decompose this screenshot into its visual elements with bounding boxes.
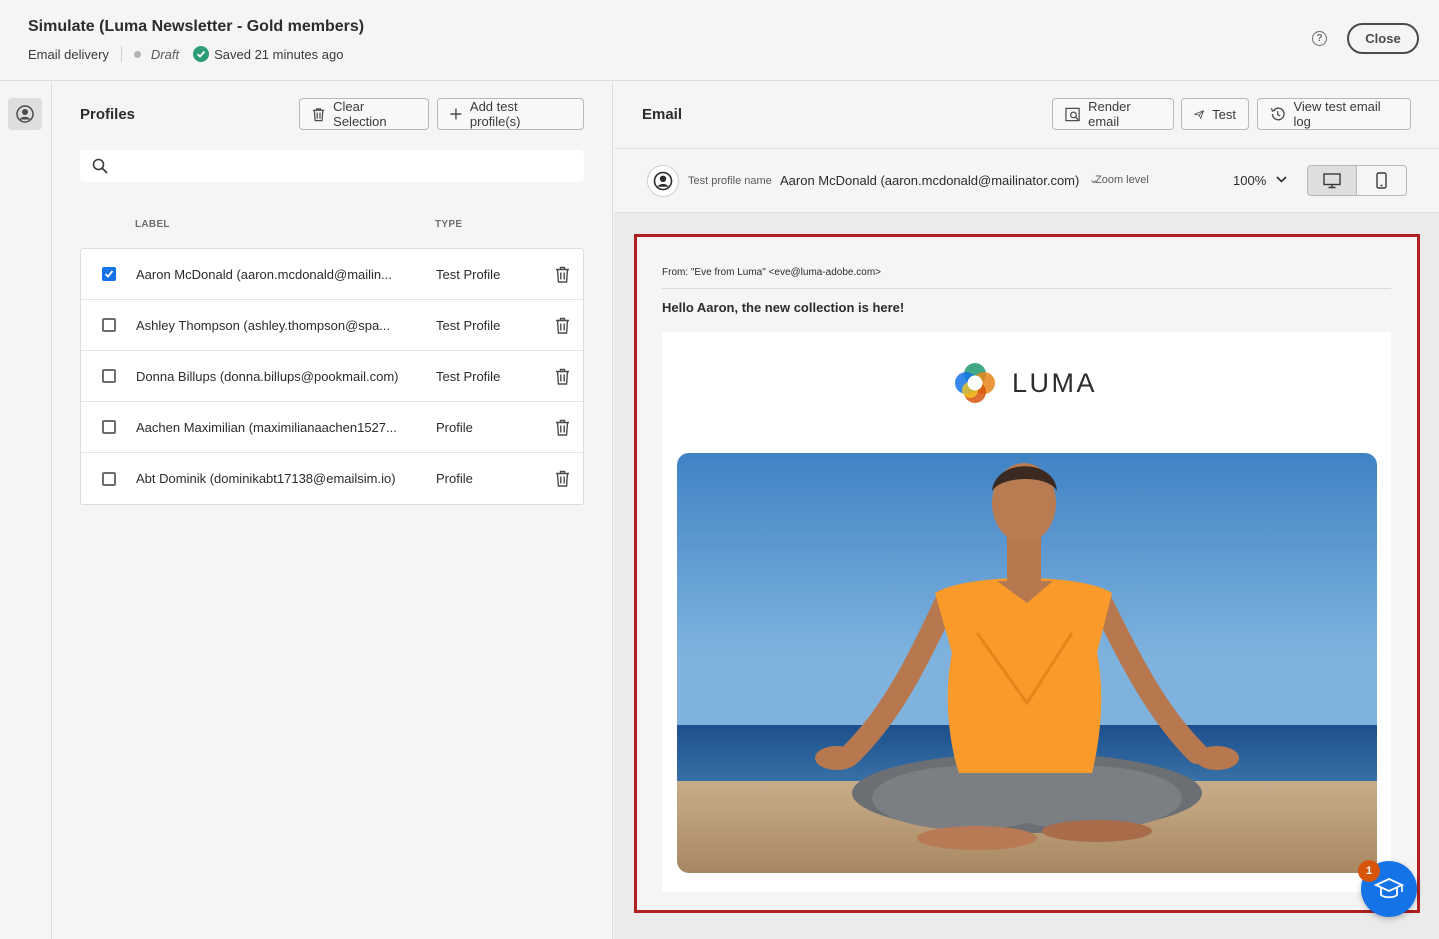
profile-type: Test Profile (436, 317, 501, 333)
mobile-icon (1376, 172, 1387, 189)
delete-icon[interactable] (555, 419, 570, 436)
delete-icon[interactable] (555, 368, 570, 385)
status-row: Email delivery Draft Saved 21 minutes ag… (28, 46, 343, 62)
profile-label: Aaron McDonald (aaron.mcdonald@mailin... (136, 266, 392, 282)
delete-icon[interactable] (555, 266, 570, 283)
test-button[interactable]: Test (1181, 98, 1249, 130)
device-toggle (1307, 165, 1407, 196)
channel-label: Email delivery (28, 46, 109, 62)
email-preview: From: "Eve from Luma" <eve@luma-adobe.co… (634, 234, 1420, 913)
status-dot-icon (133, 50, 141, 58)
divider (662, 288, 1391, 289)
profiles-table: Aaron McDonald (aaron.mcdonald@mailin...… (80, 248, 584, 505)
profile-type: Profile (436, 471, 473, 486)
render-email-button[interactable]: Render email (1052, 98, 1174, 130)
render-email-label: Render email (1088, 99, 1131, 129)
email-body: LUMA (662, 332, 1391, 892)
mobile-view-button[interactable] (1357, 166, 1406, 195)
view-test-email-log-button[interactable]: View test email log (1257, 98, 1411, 130)
send-icon (1194, 109, 1205, 119)
render-icon (1065, 107, 1080, 121)
table-row[interactable]: Abt Dominik (dominikabt17138@emailsim.io… (81, 453, 583, 504)
search-icon (92, 158, 108, 174)
luma-logo: LUMA (952, 360, 1097, 406)
email-from: From: "Eve from Luma" <eve@luma-adobe.co… (662, 267, 882, 278)
email-subject: Hello Aaron, the new collection is here! (662, 300, 905, 315)
column-header-type[interactable]: TYPE (435, 219, 462, 230)
desktop-view-button[interactable] (1308, 166, 1358, 195)
profiles-title: Profiles (80, 106, 136, 123)
page-title: Simulate (Luma Newsletter - Gold members… (28, 18, 365, 35)
help-icon[interactable]: ? (1312, 31, 1327, 46)
chevron-down-icon[interactable] (1276, 176, 1287, 183)
row-checkbox[interactable] (102, 267, 116, 281)
close-button[interactable]: Close (1347, 23, 1419, 54)
delete-icon[interactable] (555, 470, 570, 487)
test-label: Test (1212, 106, 1236, 122)
trash-icon (312, 107, 325, 121)
row-checkbox[interactable] (102, 318, 116, 332)
user-icon (653, 171, 673, 191)
email-title: Email (642, 106, 683, 123)
profile-search[interactable] (80, 150, 584, 182)
delete-icon[interactable] (555, 317, 570, 334)
row-checkbox[interactable] (102, 420, 116, 434)
profile-label: Donna Billups (donna.billups@pookmail.co… (136, 368, 399, 384)
check-circle-icon (193, 46, 210, 62)
history-icon (1270, 107, 1285, 121)
profile-label: Abt Dominik (dominikabt17138@emailsim.io… (136, 471, 396, 486)
test-profile-bar: Test profile name Aaron McDonald (aaron.… (614, 148, 1439, 212)
view-log-label: View test email log (1293, 99, 1381, 129)
profile-label: Ashley Thompson (ashley.thompson@spa... (136, 317, 391, 333)
logo-text: LUMA (1012, 367, 1098, 398)
plus-icon (450, 108, 462, 120)
table-row[interactable]: Ashley Thompson (ashley.thompson@spa... … (81, 300, 583, 351)
luma-logo-icon (955, 363, 995, 403)
left-rail (0, 82, 52, 939)
notification-badge: 1 (1358, 860, 1380, 882)
draft-status: Draft (150, 46, 180, 62)
saved-status: Saved 21 minutes ago (214, 46, 344, 62)
profiles-panel: Profiles Clear Selection Add test profil… (53, 82, 613, 939)
email-panel: Email Render email Test View test email … (614, 82, 1439, 939)
profile-type: Profile (436, 419, 473, 435)
profile-type: Test Profile (436, 266, 501, 282)
test-profile-name: Aaron McDonald (aaron.mcdonald@mailinato… (780, 173, 1080, 188)
top-bar: Simulate (Luma Newsletter - Gold members… (0, 0, 1439, 81)
graduation-cap-icon (1374, 878, 1404, 899)
clear-selection-button[interactable]: Clear Selection (299, 98, 429, 130)
zoom-level-label: Zoom level (1095, 174, 1149, 186)
add-test-profile-button[interactable]: Add test profile(s) (437, 98, 584, 130)
user-icon (16, 105, 34, 123)
search-input[interactable] (118, 158, 558, 174)
hero-image (677, 453, 1377, 873)
row-checkbox[interactable] (102, 471, 116, 486)
test-profile-name-label: Test profile name (688, 175, 772, 187)
profile-type: Test Profile (436, 368, 501, 384)
row-checkbox[interactable] (102, 369, 116, 383)
profile-label: Aachen Maximilian (maximilianaachen1527.… (136, 419, 397, 435)
table-row[interactable]: Donna Billups (donna.billups@pookmail.co… (81, 351, 583, 402)
avatar (647, 165, 679, 197)
table-row[interactable]: Aachen Maximilian (maximilianaachen1527.… (81, 402, 583, 453)
desktop-icon (1323, 172, 1341, 188)
zoom-level-value[interactable]: 100% (1233, 173, 1266, 188)
profiles-rail-button[interactable] (8, 98, 42, 130)
divider (120, 46, 122, 62)
clear-selection-label: Clear Selection (333, 99, 387, 129)
column-header-label[interactable]: LABEL (135, 219, 170, 230)
table-row[interactable]: Aaron McDonald (aaron.mcdonald@mailin...… (81, 249, 583, 300)
email-toolbar: Email Render email Test View test email … (614, 82, 1439, 213)
add-test-profile-label: Add test profile(s) (469, 99, 521, 129)
